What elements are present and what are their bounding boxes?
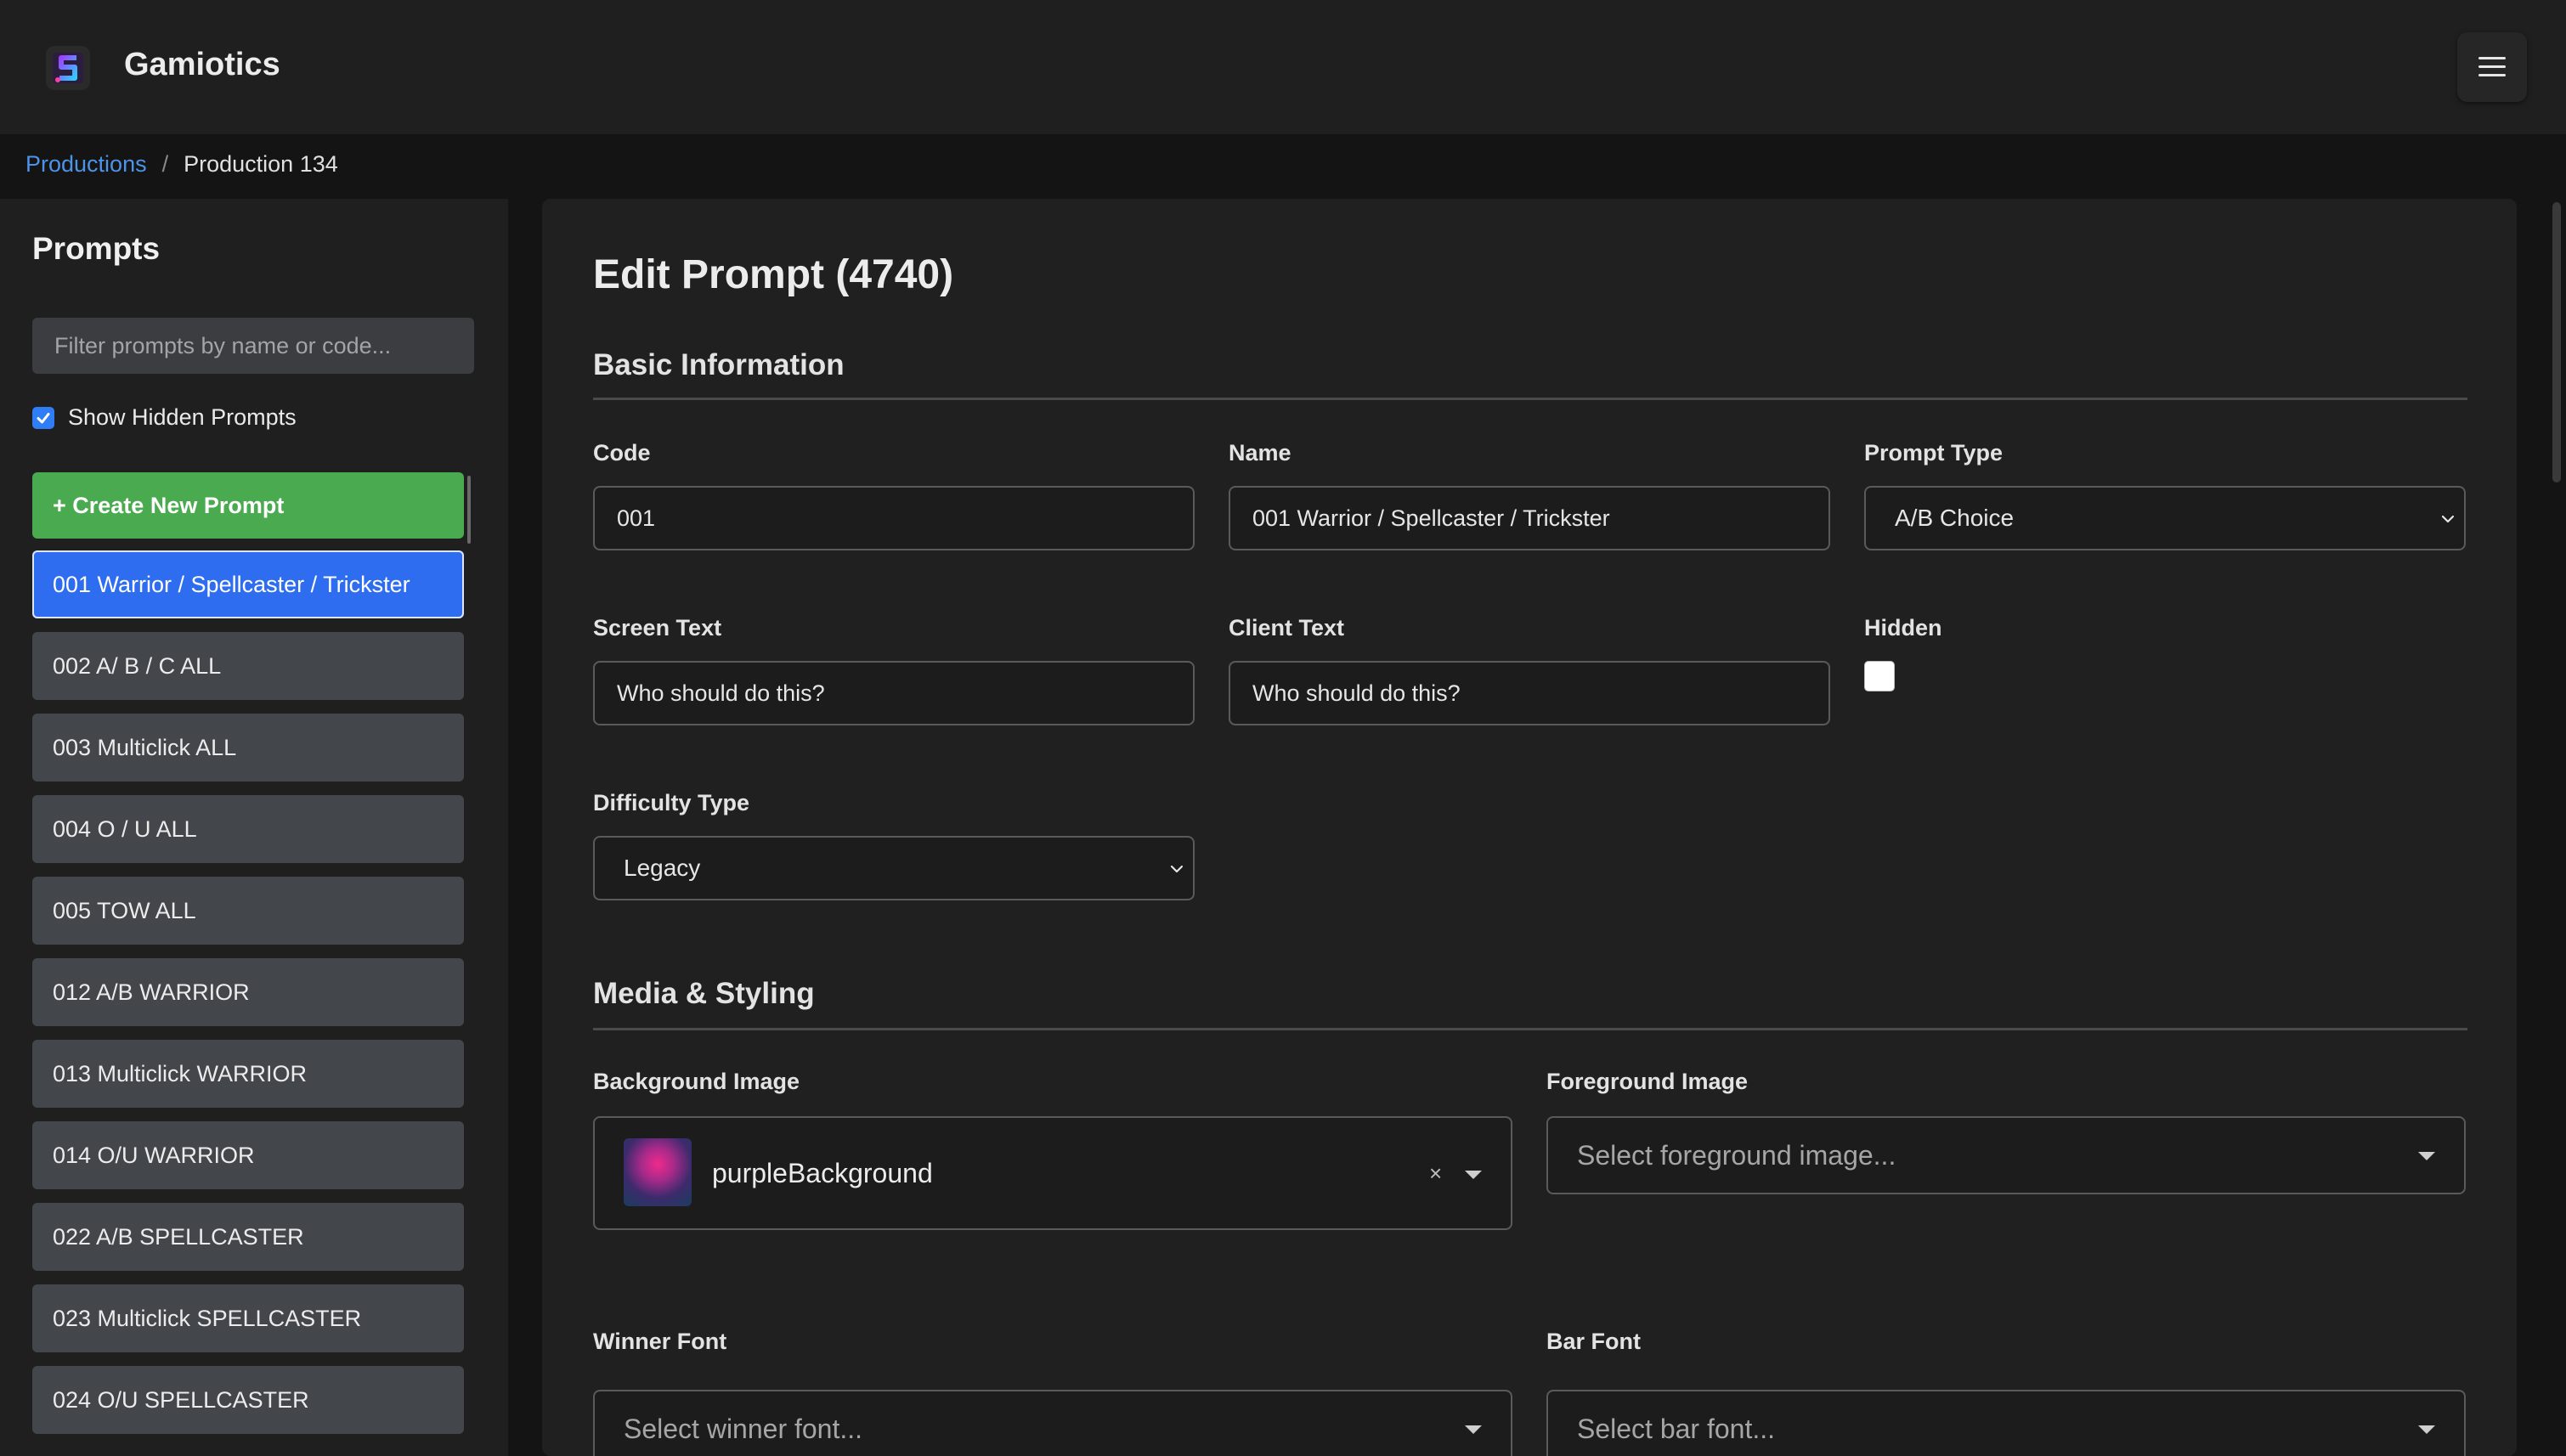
foreground-image-select[interactable]: Select foreground image... [1546, 1116, 2466, 1194]
prompt-list-item[interactable]: 005 TOW ALL [32, 877, 464, 945]
winner-font-label: Winner Font [593, 1329, 727, 1354]
prompt-list-item[interactable]: 023 Multiclick SPELLCASTER [32, 1284, 464, 1352]
bar-font-select[interactable]: Select bar font... [1546, 1390, 2466, 1456]
breadcrumb: Productions / Production 134 [25, 151, 338, 178]
caret-down-icon[interactable] [1465, 1171, 1482, 1179]
edit-prompt-panel: Edit Prompt (4740) Basic Information Cod… [542, 199, 2517, 1456]
section-divider [593, 1028, 2467, 1030]
code-input[interactable]: 001 [593, 486, 1195, 550]
chevron-down-icon [2441, 515, 2455, 523]
clear-icon[interactable]: × [1429, 1160, 1442, 1187]
page-title: Edit Prompt (4740) [593, 252, 954, 297]
background-image-label: Background Image [593, 1069, 800, 1094]
show-hidden-checkbox[interactable] [32, 406, 54, 429]
screen-text-label: Screen Text [593, 615, 722, 641]
name-label: Name [1229, 440, 1291, 466]
caret-down-icon[interactable] [2418, 1152, 2435, 1160]
winner-font-select[interactable]: Select winner font... [593, 1390, 1512, 1456]
background-image-value: purpleBackground [712, 1157, 933, 1188]
checkmark-icon [37, 412, 50, 423]
code-label: Code [593, 440, 651, 466]
prompt-list: 001 Warrior / Spellcaster / Trickster 00… [32, 550, 464, 1448]
foreground-image-label: Foreground Image [1546, 1069, 1749, 1094]
caret-down-icon[interactable] [2418, 1425, 2435, 1434]
show-hidden-label[interactable]: Show Hidden Prompts [68, 404, 297, 431]
sidebar-title: Prompts [32, 231, 161, 266]
winner-font-placeholder: Select winner font... [624, 1413, 863, 1444]
prompt-list-item[interactable]: 003 Multiclick ALL [32, 714, 464, 782]
hamburger-menu-button[interactable] [2457, 32, 2527, 102]
prompt-filter-input[interactable] [32, 318, 474, 374]
hidden-label: Hidden [1864, 615, 1942, 641]
breadcrumb-current: Production 134 [184, 151, 338, 177]
breadcrumb-separator: / [161, 151, 169, 177]
background-thumbnail [624, 1138, 692, 1206]
top-navbar: Gamiotics [0, 0, 2566, 134]
page-scrollbar[interactable] [2552, 202, 2561, 483]
bar-font-placeholder: Select bar font... [1577, 1413, 1776, 1444]
background-image-select[interactable]: purpleBackground × [593, 1116, 1512, 1230]
prompt-list-item[interactable]: 004 O / U ALL [32, 795, 464, 863]
caret-down-icon[interactable] [1465, 1425, 1482, 1434]
prompt-list-item[interactable]: 024 O/U SPELLCASTER [32, 1366, 464, 1434]
section-divider [593, 398, 2467, 400]
hamburger-icon [2478, 57, 2506, 77]
sidebar-scrollbar[interactable] [467, 476, 471, 544]
bar-font-label: Bar Font [1546, 1329, 1641, 1354]
name-input[interactable]: 001 Warrior / Spellcaster / Trickster [1229, 486, 1830, 550]
difficulty-type-label: Difficulty Type [593, 790, 750, 815]
basic-info-heading: Basic Information [593, 348, 845, 381]
difficulty-type-value: Legacy [624, 855, 701, 881]
prompt-type-value: A/B Choice [1895, 505, 2015, 531]
prompt-type-select[interactable]: A/B Choice [1864, 486, 2466, 550]
prompt-list-item[interactable]: 022 A/B SPELLCASTER [32, 1203, 464, 1271]
app-title[interactable]: Gamiotics [124, 47, 280, 83]
prompts-sidebar: Prompts Show Hidden Prompts + Create New… [0, 199, 508, 1456]
prompt-list-item[interactable]: 013 Multiclick WARRIOR [32, 1040, 464, 1108]
show-hidden-row[interactable]: Show Hidden Prompts [32, 404, 297, 431]
foreground-image-placeholder: Select foreground image... [1577, 1139, 1896, 1171]
create-new-prompt-button[interactable]: + Create New Prompt [32, 472, 464, 539]
client-text-input[interactable]: Who should do this? [1229, 661, 1830, 725]
prompt-list-item[interactable]: 014 O/U WARRIOR [32, 1121, 464, 1189]
prompt-list-item[interactable]: 002 A/ B / C ALL [32, 632, 464, 700]
prompt-list-item[interactable]: 012 A/B WARRIOR [32, 958, 464, 1026]
chevron-down-icon [1170, 865, 1184, 873]
prompt-list-item[interactable]: 001 Warrior / Spellcaster / Trickster [32, 550, 464, 618]
screen-text-input[interactable]: Who should do this? [593, 661, 1195, 725]
client-text-label: Client Text [1229, 615, 1345, 641]
app-logo-icon[interactable] [46, 46, 90, 90]
hidden-checkbox[interactable] [1864, 661, 1895, 691]
media-styling-heading: Media & Styling [593, 977, 815, 1010]
prompt-type-label: Prompt Type [1864, 440, 2004, 466]
breadcrumb-productions-link[interactable]: Productions [25, 151, 147, 178]
difficulty-type-select[interactable]: Legacy [593, 836, 1195, 900]
